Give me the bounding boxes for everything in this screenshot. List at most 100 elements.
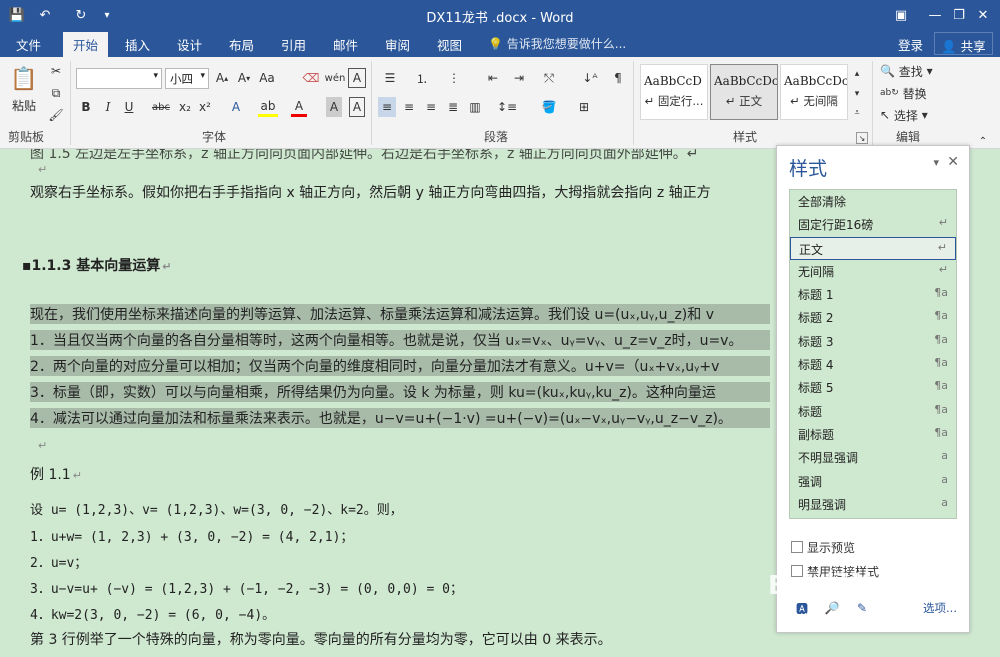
style-item-subtle-emphasis[interactable]: 不明显强调 a xyxy=(790,446,956,469)
tab-mailings[interactable]: 邮件 xyxy=(333,35,358,54)
enclose-char-icon[interactable]: A xyxy=(348,68,366,88)
clear-formatting-icon[interactable]: ⌫ xyxy=(302,68,320,88)
show-preview-checkbox[interactable] xyxy=(791,541,803,553)
doc-line: 观察右手坐标系。假如你把右手手指指向 x 轴正方向，然后朝 y 轴正方向弯曲四指… xyxy=(30,185,711,201)
underline-button[interactable]: U xyxy=(121,97,137,117)
style-item-normal[interactable]: 正文 ↵ xyxy=(790,236,956,260)
linked-style-icon: ¶a xyxy=(934,332,948,346)
example-line: 2．u=v； xyxy=(30,556,88,571)
style-item-heading-1[interactable]: 标题 1 ¶a xyxy=(790,283,956,306)
justify-icon[interactable]: ≣ xyxy=(444,97,462,117)
chevron-down-icon: ▾ xyxy=(200,71,205,81)
cut-icon[interactable]: ✂ xyxy=(46,61,66,81)
style-gallery-item[interactable]: AaBbCcD ↵ 固定行... xyxy=(640,64,708,120)
align-center-icon[interactable]: ≡ xyxy=(400,97,418,117)
tab-home[interactable]: 开始 xyxy=(63,32,109,57)
font-name-combo[interactable]: ▾ xyxy=(76,68,162,89)
strikethrough-button[interactable]: abc xyxy=(150,97,172,117)
font-color-icon[interactable]: A xyxy=(291,97,307,117)
character-style-icon: a xyxy=(941,495,948,509)
gallery-scroll-up-icon[interactable]: ▴ xyxy=(850,64,864,84)
style-item-heading-3[interactable]: 标题 3 ¶a xyxy=(790,330,956,353)
style-item-label: 标题 4 xyxy=(798,358,834,373)
ribbon-display-icon[interactable]: ▣ xyxy=(884,0,918,30)
paste-button[interactable]: 粘贴 xyxy=(8,95,40,115)
gallery-more-icon[interactable]: ⩡ xyxy=(850,103,864,123)
style-item-no-spacing[interactable]: 无间隔 ↵ xyxy=(790,260,956,283)
char-border-icon[interactable]: A xyxy=(349,97,365,117)
superscript-button[interactable]: x² xyxy=(197,97,213,117)
style-item-label: 强调 xyxy=(798,474,823,489)
tab-file[interactable]: 文件 xyxy=(16,35,41,54)
char-shading-icon[interactable]: A xyxy=(326,97,342,117)
tell-me-box[interactable]: 💡 告诉我您想要做什么... xyxy=(488,35,626,52)
tab-insert[interactable]: 插入 xyxy=(125,35,150,54)
style-item-fixed-spacing[interactable]: 固定行距16磅 ↵ xyxy=(790,213,956,236)
shading-icon[interactable]: 🪣 xyxy=(537,97,561,117)
style-gallery-item-selected[interactable]: AaBbCcDc ↵ 正文 xyxy=(710,64,778,120)
style-item-subtitle[interactable]: 副标题 ¶a xyxy=(790,423,956,446)
show-preview-label: 显示预览 xyxy=(807,541,856,555)
style-item-intense-emphasis[interactable]: 明显强调 a xyxy=(790,493,956,516)
gallery-scroll-down-icon[interactable]: ▾ xyxy=(850,84,864,104)
grow-font-icon[interactable]: A ▴ xyxy=(213,68,231,88)
select-button[interactable]: ↖ 选择 ▾ xyxy=(880,105,940,125)
paste-icon[interactable]: 📋 xyxy=(8,63,40,95)
bold-button[interactable]: B xyxy=(78,97,94,117)
linked-style-icon: ¶a xyxy=(934,286,948,300)
style-item-heading-2[interactable]: 标题 2 ¶a xyxy=(790,306,956,329)
styles-pane-title: 样式 xyxy=(789,158,828,180)
find-button[interactable]: 🔍 查找 ▾ xyxy=(880,61,940,81)
replace-button[interactable]: ab↻ 替换 xyxy=(880,83,940,103)
increase-indent-icon[interactable]: ⇥ xyxy=(508,68,530,88)
align-right-icon[interactable]: ≡ xyxy=(422,97,440,117)
person-icon: 👤 xyxy=(941,39,957,54)
style-gallery-item[interactable]: AaBbCcDc ↵ 无间隔 xyxy=(780,64,848,120)
style-item-title[interactable]: 标题 ¶a xyxy=(790,400,956,423)
line-spacing-icon[interactable]: ↕≡ xyxy=(495,97,519,117)
replace-icon: ab↻ xyxy=(880,88,899,98)
change-case-icon[interactable]: Aa xyxy=(258,68,276,88)
styles-dialog-launcher-icon[interactable]: ↘ xyxy=(856,132,868,144)
watermark-logo: Bai 经验 xyxy=(768,571,876,601)
format-painter-icon[interactable]: 🖌 xyxy=(46,105,66,125)
borders-icon[interactable]: ⊞ xyxy=(572,97,596,117)
highlight-icon[interactable]: ab xyxy=(258,97,278,117)
copy-icon[interactable]: ⧉ xyxy=(46,83,66,103)
numbering-icon[interactable]: ⒈ xyxy=(410,68,434,88)
style-item-emphasis[interactable]: 强调 a xyxy=(790,470,956,493)
close-icon[interactable]: ✕ xyxy=(947,154,959,170)
paragraph-mark: ↵ xyxy=(162,260,172,273)
chinese-layout-icon[interactable]: ⤲ xyxy=(537,68,561,88)
shrink-font-icon[interactable]: A ▾ xyxy=(235,68,253,88)
collapse-ribbon-icon[interactable]: ⌃ xyxy=(976,131,990,151)
phonetic-guide-icon[interactable]: wén xyxy=(324,68,346,88)
distributed-icon[interactable]: ▥ xyxy=(466,97,484,117)
tab-design[interactable]: 设计 xyxy=(177,35,202,54)
pane-options-icon[interactable]: ▾ xyxy=(933,156,939,169)
italic-button[interactable]: I xyxy=(100,97,116,117)
multilevel-list-icon[interactable]: ⋮ xyxy=(442,68,466,88)
tab-view[interactable]: 视图 xyxy=(437,35,462,54)
decrease-indent-icon[interactable]: ⇤ xyxy=(482,68,504,88)
style-item-heading-5[interactable]: 标题 5 ¶a xyxy=(790,376,956,399)
tab-review[interactable]: 审阅 xyxy=(385,35,410,54)
options-link[interactable]: 选项... xyxy=(923,600,957,616)
align-left-icon[interactable]: ≡ xyxy=(378,97,396,117)
sort-icon[interactable]: ↓ᴬ xyxy=(579,68,601,88)
tab-references[interactable]: 引用 xyxy=(281,35,306,54)
tab-layout[interactable]: 布局 xyxy=(229,35,254,54)
text-effects-icon[interactable]: A xyxy=(226,97,246,117)
close-button[interactable]: ✕ xyxy=(966,0,1000,30)
subscript-button[interactable]: x₂ xyxy=(177,97,193,117)
style-item-heading-4[interactable]: 标题 4 ¶a xyxy=(790,353,956,376)
style-item-clear-all[interactable]: 全部清除 xyxy=(790,190,956,213)
font-size-combo[interactable]: 小四 ▾ xyxy=(165,68,209,89)
bullets-icon[interactable]: ☰ xyxy=(378,68,402,88)
show-marks-icon[interactable]: ¶ xyxy=(607,68,629,88)
share-button[interactable]: 👤 共享 xyxy=(934,32,993,55)
sign-in-link[interactable]: 登录 xyxy=(898,35,923,54)
character-style-icon: a xyxy=(941,472,948,486)
group-label-font: 字体 xyxy=(202,130,227,144)
style-item-label: 标题 2 xyxy=(798,311,834,326)
